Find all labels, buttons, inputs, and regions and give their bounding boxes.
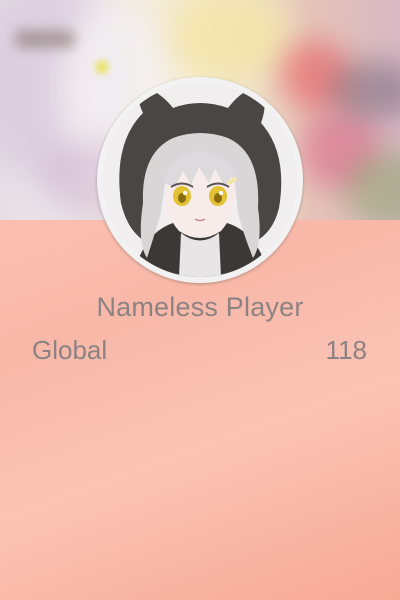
rank-value: 118 (325, 335, 367, 365)
player-profile-card: Nameless Player Global 118 (0, 0, 400, 600)
avatar-image (103, 83, 297, 277)
avatar[interactable] (103, 83, 297, 277)
player-name: Nameless Player (96, 292, 304, 322)
region-label: Global (32, 335, 108, 365)
